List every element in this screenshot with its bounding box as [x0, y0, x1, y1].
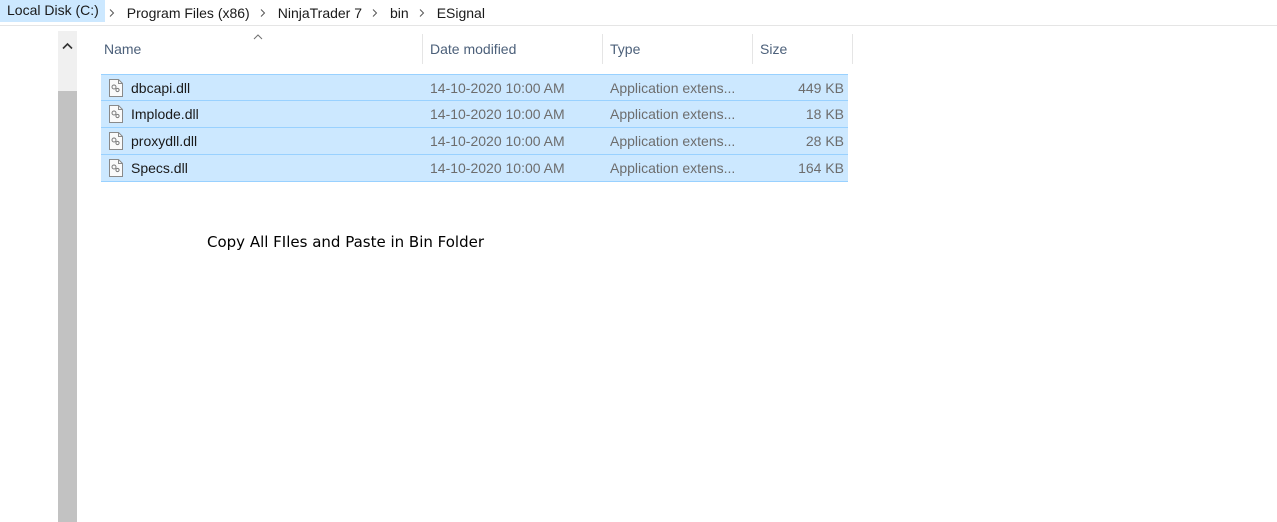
breadcrumb-item-bin[interactable]: bin	[382, 2, 415, 24]
file-date: 14-10-2020 10:00 AM	[430, 160, 565, 176]
column-header-date-label: Date modified	[430, 41, 517, 57]
file-date: 14-10-2020 10:00 AM	[430, 79, 565, 96]
scroll-thumb[interactable]	[58, 91, 77, 522]
chevron-right-icon[interactable]	[368, 8, 382, 17]
dll-file-icon	[108, 159, 124, 177]
chevron-right-icon[interactable]	[256, 8, 270, 17]
file-name-cell: dbcapi.dll	[101, 78, 423, 97]
file-list: dbcapi.dll 14-10-2020 10:00 AM Applicati…	[101, 74, 848, 182]
file-row-implode[interactable]: Implode.dll 14-10-2020 10:00 AM Applicat…	[101, 101, 848, 128]
vertical-scrollbar[interactable]	[58, 31, 77, 522]
column-header-type-label: Type	[610, 41, 641, 57]
file-size: 164 KB	[798, 160, 844, 176]
file-type: Application extens...	[610, 133, 736, 149]
file-size: 18 KB	[805, 106, 844, 122]
breadcrumb-item-esignal[interactable]: ESignal	[429, 2, 491, 24]
file-type: Application extens...	[610, 106, 736, 122]
file-date: 14-10-2020 10:00 AM	[430, 106, 565, 122]
file-name: proxydll.dll	[131, 133, 198, 149]
breadcrumb-item-program-files[interactable]: Program Files (x86)	[119, 2, 256, 24]
file-name: dbcapi.dll	[131, 79, 191, 96]
file-type: Application extens...	[610, 79, 736, 96]
breadcrumb: Local Disk (C:) Program Files (x86) Ninj…	[0, 0, 1277, 26]
file-size: 28 KB	[805, 133, 844, 149]
breadcrumb-item-ninjatrader[interactable]: NinjaTrader 7	[270, 2, 368, 24]
dll-file-icon	[108, 132, 124, 150]
file-size: 449 KB	[798, 79, 844, 96]
sort-ascending-icon	[253, 30, 263, 40]
file-name-cell: proxydll.dll	[101, 132, 423, 150]
instruction-text: Copy All FIles and Paste in Bin Folder	[207, 233, 484, 251]
file-name: Implode.dll	[131, 106, 199, 122]
column-header-type[interactable]: Type	[603, 34, 753, 64]
file-row-specs[interactable]: Specs.dll 14-10-2020 10:00 AM Applicatio…	[101, 155, 848, 182]
chevron-right-icon[interactable]	[105, 8, 119, 17]
column-header-size[interactable]: Size	[753, 34, 853, 64]
file-row-dbcapi[interactable]: dbcapi.dll 14-10-2020 10:00 AM Applicati…	[101, 74, 848, 101]
chevron-right-icon[interactable]	[415, 8, 429, 17]
column-header-date[interactable]: Date modified	[423, 34, 603, 64]
column-header-size-label: Size	[760, 41, 788, 57]
column-header-name[interactable]: Name	[101, 34, 423, 64]
scroll-up-button[interactable]	[58, 31, 77, 58]
dll-file-icon	[108, 78, 124, 97]
file-name-cell: Specs.dll	[101, 159, 423, 177]
file-row-proxydll[interactable]: proxydll.dll 14-10-2020 10:00 AM Applica…	[101, 128, 848, 155]
file-type: Application extens...	[610, 160, 736, 176]
chevron-up-icon	[62, 37, 73, 53]
column-header-name-label: Name	[104, 41, 142, 57]
file-name-cell: Implode.dll	[101, 105, 423, 123]
file-name: Specs.dll	[131, 160, 188, 176]
dll-file-icon	[108, 105, 124, 123]
column-header-row: Name Date modified Type Size	[101, 34, 853, 64]
breadcrumb-item-local-disk[interactable]: Local Disk (C:)	[0, 0, 105, 22]
file-date: 14-10-2020 10:00 AM	[430, 133, 565, 149]
